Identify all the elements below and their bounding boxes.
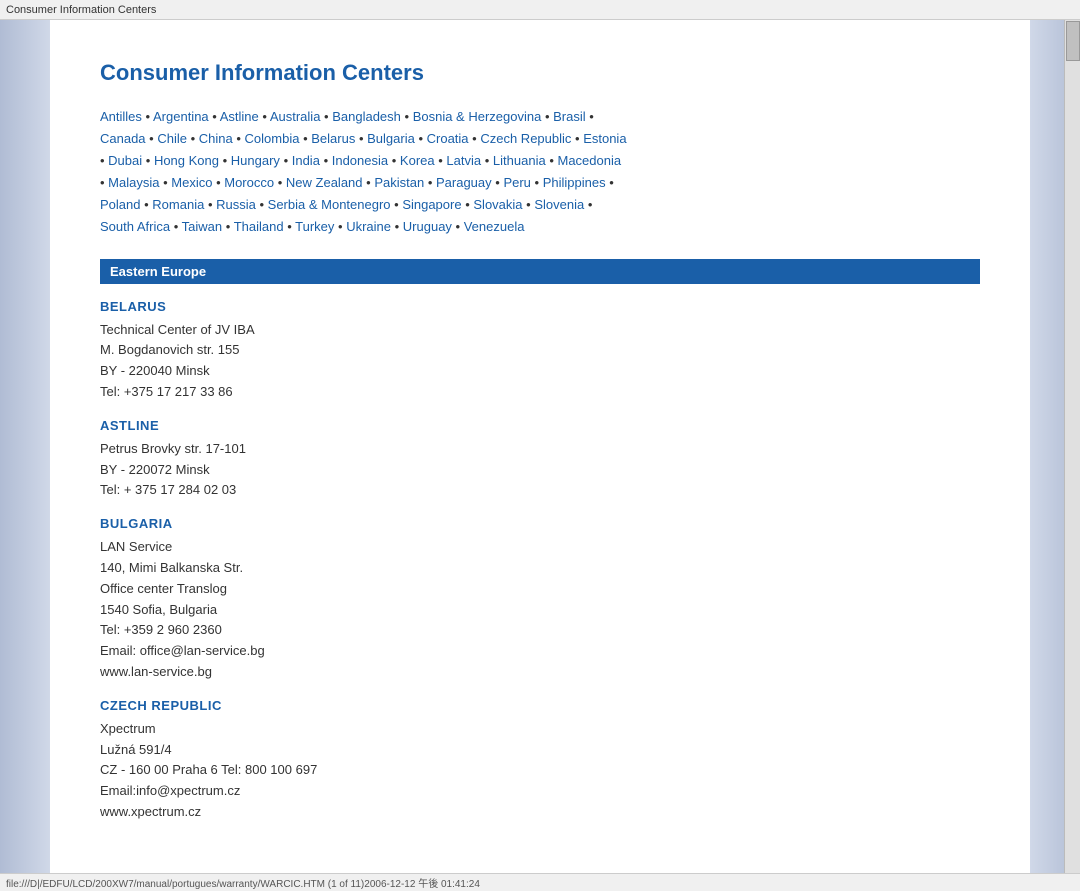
link-indonesia[interactable]: Indonesia (332, 153, 388, 168)
country-info-astline: Petrus Brovky str. 17-101 BY - 220072 Mi… (100, 439, 980, 501)
page-title: Consumer Information Centers (100, 60, 980, 86)
link-lithuania[interactable]: Lithuania (493, 153, 546, 168)
link-philippines[interactable]: Philippines (543, 175, 606, 190)
link-brasil[interactable]: Brasil (553, 109, 586, 124)
link-slovenia[interactable]: Slovenia (534, 197, 584, 212)
links-line2: Canada • Chile • China • Colombia • Bela… (100, 131, 627, 146)
link-slovakia[interactable]: Slovakia (473, 197, 522, 212)
link-bulgaria[interactable]: Bulgaria (367, 131, 415, 146)
link-macedonia[interactable]: Macedonia (558, 153, 622, 168)
title-bar-text: Consumer Information Centers (6, 4, 156, 16)
link-belarus[interactable]: Belarus (311, 131, 355, 146)
links-line6: South Africa • Taiwan • Thailand • Turke… (100, 219, 524, 234)
sidebar-right (1030, 20, 1080, 873)
content-area: Consumer Information Centers Antilles • … (50, 20, 1030, 873)
link-taiwan[interactable]: Taiwan (182, 219, 222, 234)
link-korea[interactable]: Korea (400, 153, 435, 168)
link-hong-kong[interactable]: Hong Kong (154, 153, 219, 168)
country-title-bulgaria[interactable]: BULGARIA (100, 516, 980, 531)
link-morocco[interactable]: Morocco (224, 175, 274, 190)
link-venezuela[interactable]: Venezuela (464, 219, 525, 234)
link-astline[interactable]: Astline (220, 109, 259, 124)
link-dubai[interactable]: Dubai (108, 153, 142, 168)
link-uruguay[interactable]: Uruguay (403, 219, 452, 234)
link-pakistan[interactable]: Pakistan (374, 175, 424, 190)
link-mexico[interactable]: Mexico (171, 175, 212, 190)
link-serbia[interactable]: Serbia & Montenegro (268, 197, 391, 212)
link-india[interactable]: India (292, 153, 320, 168)
link-hungary[interactable]: Hungary (231, 153, 280, 168)
link-malaysia[interactable]: Malaysia (108, 175, 159, 190)
link-china[interactable]: China (199, 131, 233, 146)
link-latvia[interactable]: Latvia (446, 153, 481, 168)
link-russia[interactable]: Russia (216, 197, 256, 212)
status-bar: file:///D|/EDFU/LCD/200XW7/manual/portug… (0, 873, 1080, 891)
country-info-czech-republic: Xpectrum Lužná 591/4 CZ - 160 00 Praha 6… (100, 719, 980, 823)
scrollbar-thumb[interactable] (1066, 21, 1080, 61)
link-antilles[interactable]: Antilles (100, 109, 142, 124)
link-croatia[interactable]: Croatia (427, 131, 469, 146)
title-bar: Consumer Information Centers (0, 0, 1080, 20)
status-bar-text: file:///D|/EDFU/LCD/200XW7/manual/portug… (6, 875, 480, 890)
country-title-belarus[interactable]: BELARUS (100, 299, 980, 314)
link-south-africa[interactable]: South Africa (100, 219, 170, 234)
links-section: Antilles • Argentina • Astline • Austral… (100, 106, 980, 239)
link-canada[interactable]: Canada (100, 131, 146, 146)
link-singapore[interactable]: Singapore (402, 197, 461, 212)
link-romania[interactable]: Romania (152, 197, 204, 212)
scrollbar[interactable] (1064, 20, 1080, 873)
link-chile[interactable]: Chile (157, 131, 187, 146)
link-peru[interactable]: Peru (503, 175, 530, 190)
link-czech-republic[interactable]: Czech Republic (480, 131, 571, 146)
main-layout: Consumer Information Centers Antilles • … (0, 20, 1080, 873)
links-line5: Poland • Romania • Russia • Serbia & Mon… (100, 197, 592, 212)
link-ukraine[interactable]: Ukraine (346, 219, 391, 234)
sidebar-left (0, 20, 50, 873)
links-line1: Antilles • Argentina • Astline • Austral… (100, 109, 594, 124)
eastern-europe-header: Eastern Europe (100, 259, 980, 284)
link-australia[interactable]: Australia (270, 109, 321, 124)
country-title-astline[interactable]: ASTLINE (100, 418, 980, 433)
link-paraguay[interactable]: Paraguay (436, 175, 492, 190)
link-thailand[interactable]: Thailand (234, 219, 284, 234)
link-colombia[interactable]: Colombia (245, 131, 300, 146)
links-line3: • Dubai • Hong Kong • Hungary • India • … (100, 153, 621, 168)
links-line4: • Malaysia • Mexico • Morocco • New Zeal… (100, 175, 614, 190)
link-new-zealand[interactable]: New Zealand (286, 175, 363, 190)
link-poland[interactable]: Poland (100, 197, 140, 212)
country-info-bulgaria: LAN Service 140, Mimi Balkanska Str. Off… (100, 537, 980, 683)
link-turkey[interactable]: Turkey (295, 219, 334, 234)
country-info-belarus: Technical Center of JV IBA M. Bogdanovic… (100, 320, 980, 403)
link-estonia[interactable]: Estonia (583, 131, 626, 146)
link-argentina[interactable]: Argentina (153, 109, 209, 124)
link-bosnia[interactable]: Bosnia & Herzegovina (413, 109, 542, 124)
link-bangladesh[interactable]: Bangladesh (332, 109, 401, 124)
country-title-czech-republic[interactable]: CZECH REPUBLIC (100, 698, 980, 713)
